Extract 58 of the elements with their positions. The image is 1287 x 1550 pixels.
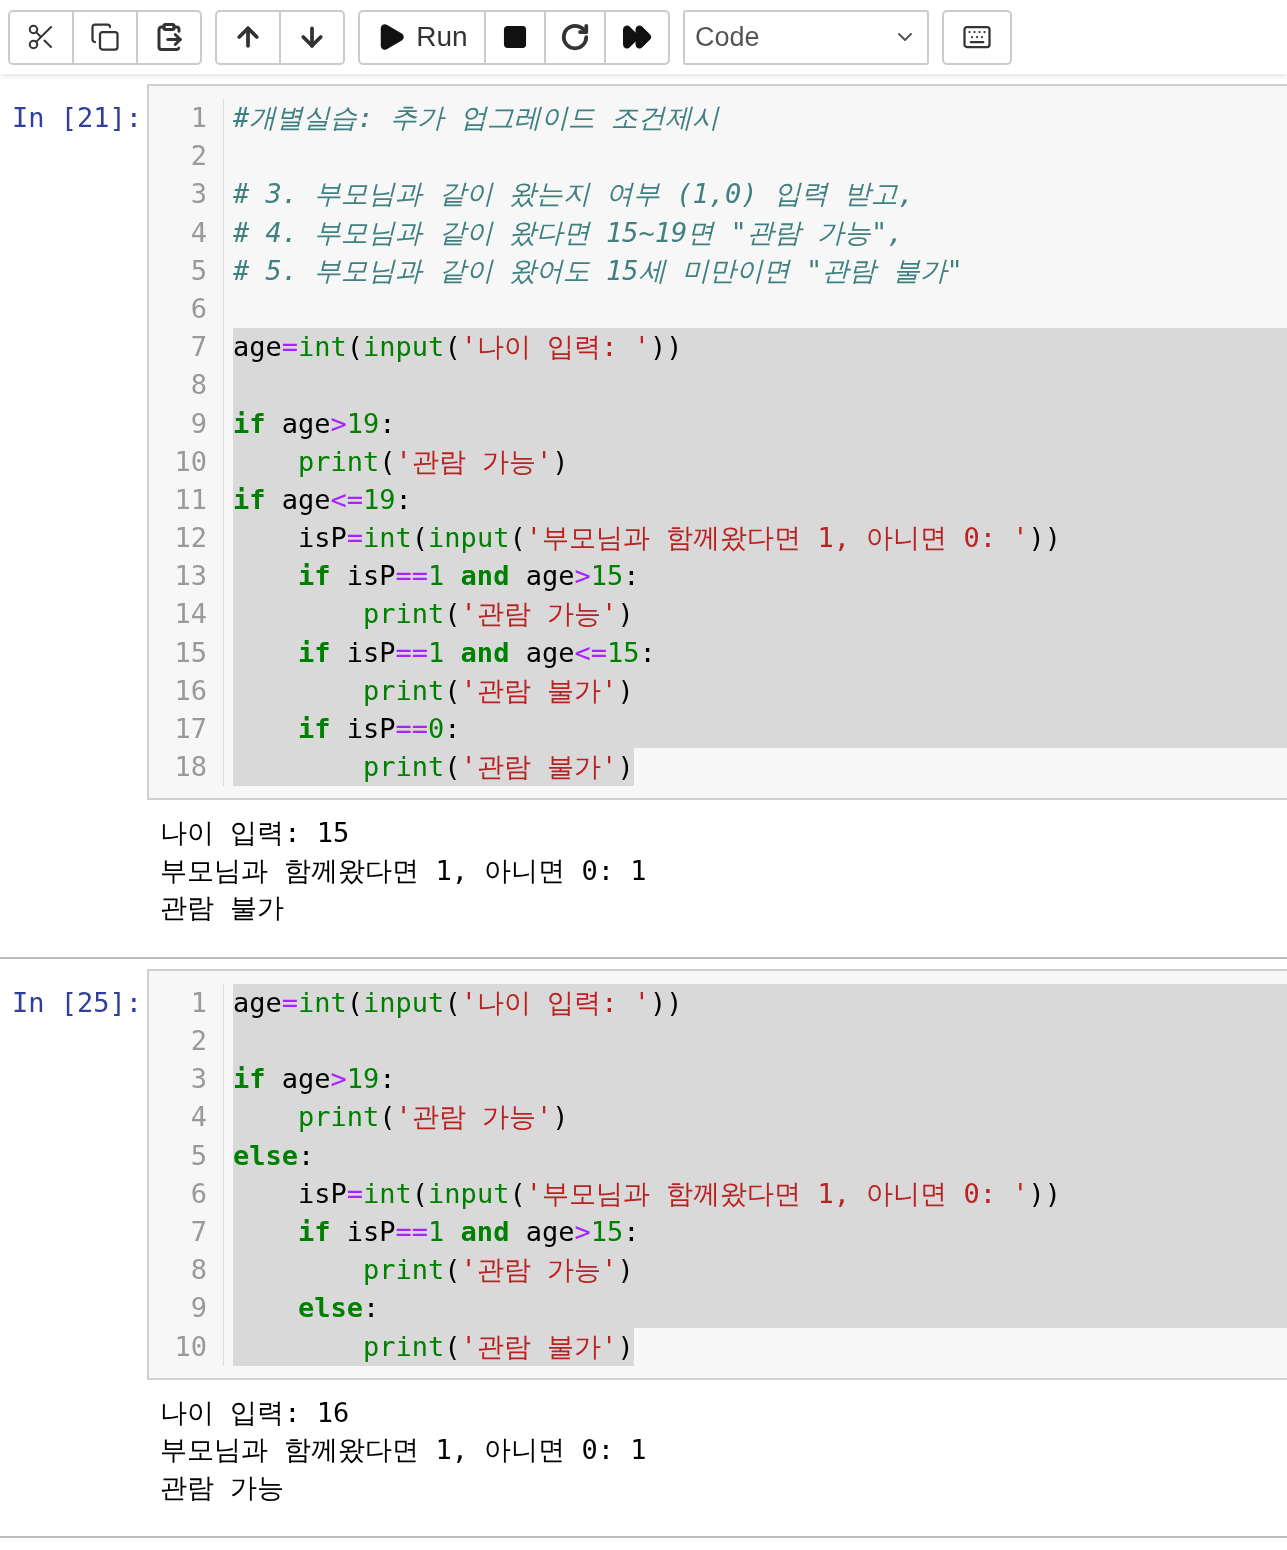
line-number: 4 [189,215,207,250]
line-number: 1 [189,101,207,135]
fast-forward-icon [622,22,652,52]
copy-icon [90,22,120,52]
line-number: 13 [173,559,207,594]
line-number: 8 [189,368,207,403]
line-number: 16 [173,673,207,708]
line-number: 5 [189,253,207,288]
cell-prompt: In [21]: [11,101,144,135]
code-editor[interactable] [147,84,1287,801]
line-number: 6 [189,291,207,326]
cell-prompt: In [25]: [11,985,144,1020]
line-number: 18 [173,750,207,785]
output-line: 나이 입력: 16 [160,1395,351,1430]
line-number: 17 [173,712,207,746]
run-button[interactable]: Run [358,9,486,65]
output-line: 관람 불가 [160,891,286,926]
line-number: 7 [189,330,207,365]
copy-button[interactable] [72,9,138,65]
line-number: 9 [189,1291,207,1326]
line-number: 5 [189,1138,207,1173]
line-number: 12 [173,521,207,556]
line-number: 6 [189,1176,207,1211]
line-number: 2 [189,139,207,174]
code-editor[interactable]: 1 2 3 4 5 6 7 8 9 10 age=int(input('나이 입력: ')) if age>19: print('관람 가능') else: isP=int(input('부모님과 함께왔다면 1, 아니면 0: ')) if isP==1 and age>15: print('관람 가능') else: print('관람 불가') [147,968,1287,1380]
line-number: 7 [189,1215,207,1249]
line-number: 3 [189,177,207,212]
run-all-button[interactable] [604,9,670,65]
line-number: 8 [189,1253,207,1288]
paste-button[interactable] [136,9,202,65]
output-line: 부모님과 함께왔다면 1, 아니면 0: 1 [160,853,648,888]
code-line: # 4. 부모님과 같이 왔다면 15~19면 "관람 가능", [233,215,905,250]
cut-button[interactable] [8,9,74,65]
restart-button[interactable] [544,9,606,65]
line-number: 11 [173,482,207,517]
restart-icon [560,22,590,52]
output-line: 관람 가능 [160,1470,286,1505]
line-number: 15 [173,635,207,670]
move-down-button[interactable] [279,9,345,65]
line-number: 1 [189,985,207,1020]
move-up-button[interactable] [215,9,281,65]
code-line: # 3. 부모님과 같이 왔는지 여부 (1,0) 입력 받고, [233,177,916,212]
code-line: #개별실습: 추가 업그레이드 조건제시 [233,101,721,135]
code-line: # 5. 부모님과 같이 왔어도 15세 미만이면 "관람 불가" [233,253,964,288]
line-number: 10 [173,444,207,479]
line-number: 10 [173,1329,207,1364]
output-line: 부모님과 함께왔다면 1, 아니면 0: 1 [160,1433,648,1468]
output-line: 나이 입력: 15 [160,816,351,851]
stop-icon [502,24,528,50]
stop-button[interactable] [484,9,546,65]
line-number: 9 [189,406,207,441]
cell-type-dropdown[interactable]: Code [683,9,929,65]
line-number: 3 [189,1062,207,1097]
line-number: 4 [189,1100,207,1135]
paste-icon [154,22,184,52]
line-number: 14 [173,597,207,632]
line-number: 2 [189,1024,207,1059]
keyboard-button[interactable] [942,9,1012,65]
